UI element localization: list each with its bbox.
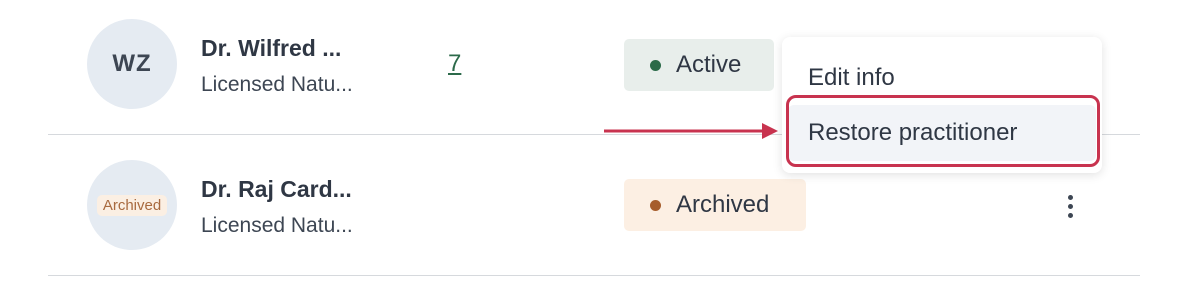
more-options-icon[interactable] — [1058, 189, 1082, 223]
status-dot-icon — [650, 199, 661, 211]
practitioner-credential: Licensed Natu... — [201, 214, 353, 237]
status-badge: Archived — [624, 179, 806, 231]
kebab-dot — [1067, 212, 1073, 218]
status-badge: Active — [624, 39, 774, 91]
row-divider — [48, 275, 1140, 276]
kebab-dot — [1067, 194, 1073, 200]
client-count-link[interactable]: 7 — [448, 50, 461, 78]
menu-item-restore-practitioner[interactable]: Restore practitioner — [788, 105, 1096, 161]
status-label: Archived — [676, 191, 770, 218]
avatar-initials: WZ — [112, 50, 152, 77]
arrow-right-icon — [604, 123, 778, 139]
practitioner-name[interactable]: Dr. Wilfred ... — [201, 35, 341, 62]
kebab-dot — [1067, 203, 1073, 209]
practitioner-credential: Licensed Natu... — [201, 73, 353, 96]
avatar: Archived — [87, 160, 177, 250]
row-actions-menu: Edit info Restore practitioner — [782, 37, 1102, 173]
avatar-archived-badge: Archived — [96, 194, 168, 216]
menu-item-edit-info[interactable]: Edit info — [788, 50, 1096, 106]
status-label: Active — [676, 51, 742, 78]
status-dot-icon — [650, 59, 661, 71]
practitioner-name[interactable]: Dr. Raj Card... — [201, 176, 352, 203]
avatar: WZ — [87, 19, 177, 109]
practitioner-list: WZ Dr. Wilfred ... Licensed Natu... 7 Ac… — [0, 0, 1190, 302]
